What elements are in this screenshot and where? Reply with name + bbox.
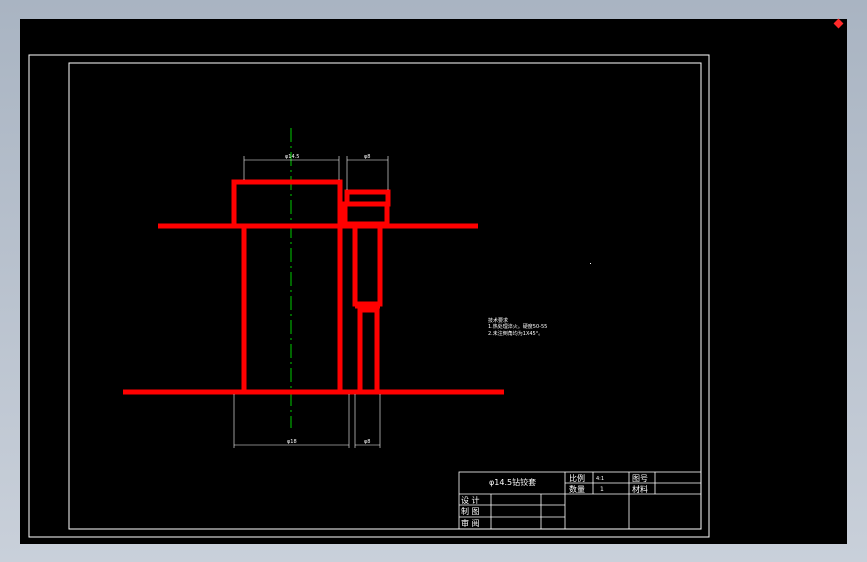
dim-text-top-right: φ8 — [364, 154, 370, 160]
title-block: φ14.5钻铰套 比例 4:1 图号 数量 1 材料 设 计 制 图 审 阅 — [458, 471, 702, 530]
title-material-label: 材料 — [632, 484, 648, 494]
cad-drawing: φ14.5 φ8 φ18 φ8 技术要求 1.热处理淬火。硬度50-55 2.未… — [28, 54, 710, 538]
title-scale-label: 比例 — [569, 473, 585, 483]
notes-line-1: 1.热处理淬火。硬度50-55 — [488, 323, 547, 330]
title-design-label: 设 计 — [461, 495, 480, 505]
drawing-frame — [68, 62, 702, 530]
part-outline — [123, 179, 504, 395]
title-drawing-no-label: 图号 — [632, 474, 648, 483]
pin-shank-lower — [357, 307, 380, 392]
stray-point — [590, 263, 591, 264]
title-quantity-label: 数量 — [569, 484, 585, 494]
title-quantity-value: 1 — [600, 486, 604, 493]
notes-line-2: 2.未注倒角均为1X45°。 — [488, 330, 543, 337]
dim-text-bottom-left: φ18 — [287, 439, 297, 445]
sheet-outer-border — [28, 54, 710, 538]
dim-text-top-left: φ14.5 — [285, 154, 299, 160]
pin-shank-upper — [352, 224, 383, 307]
bushing-outline — [231, 179, 343, 392]
notes-heading: 技术要求 — [488, 317, 508, 324]
pin-collar — [342, 201, 390, 227]
title-part-name: φ14.5钻铰套 — [489, 477, 536, 487]
title-scale-value: 4:1 — [596, 476, 604, 482]
title-review-label: 审 阅 — [461, 518, 480, 528]
dim-text-bottom-right: φ8 — [364, 439, 370, 445]
title-draw-label: 制 图 — [461, 506, 480, 516]
